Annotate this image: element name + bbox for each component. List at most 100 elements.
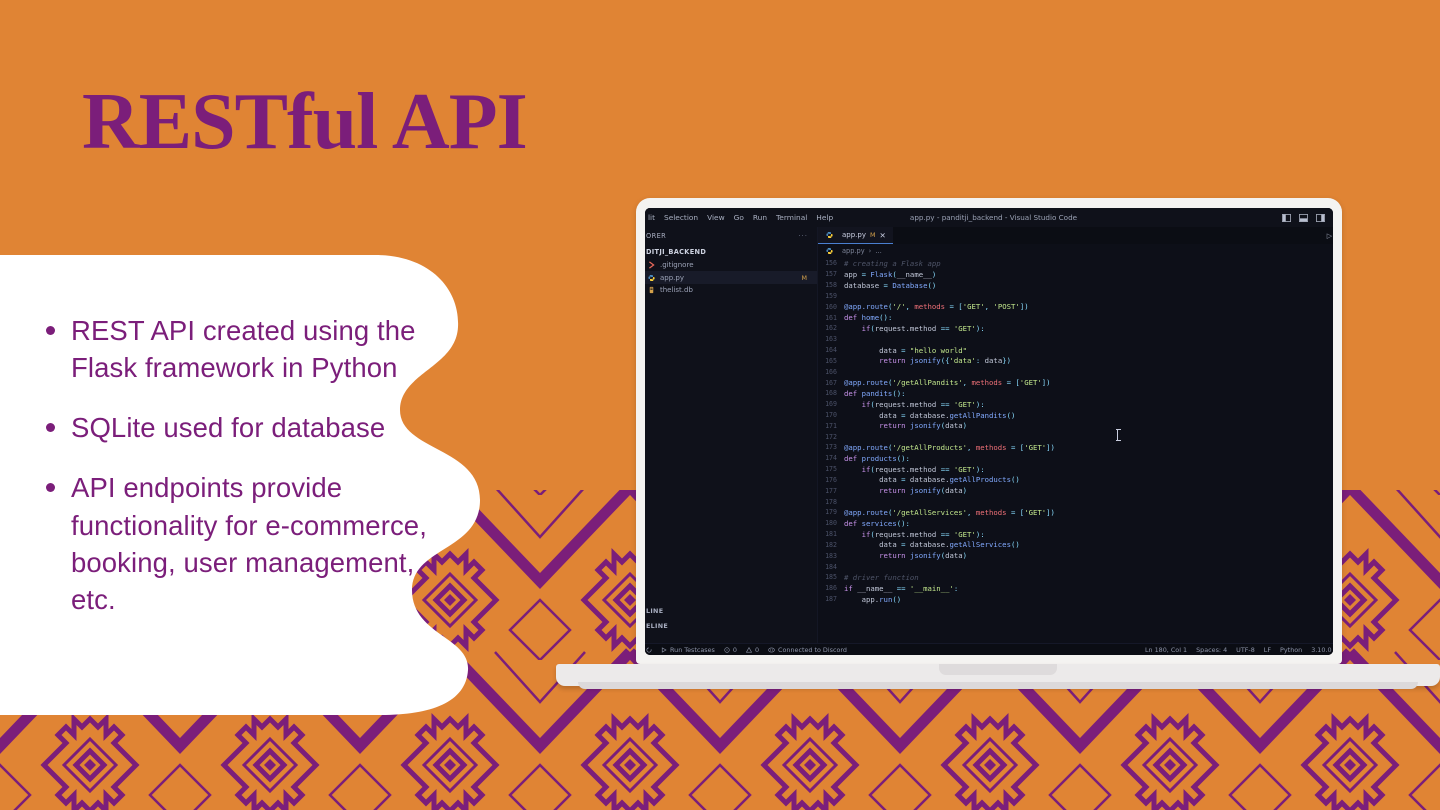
line-content: database = Database() [844, 280, 937, 290]
file-item-app-py[interactable]: app.py M [645, 271, 817, 284]
breadcrumb-file[interactable]: app.py [842, 247, 865, 255]
toggle-primary-sidebar-icon[interactable] [1282, 213, 1291, 222]
code-line: 182 data = database.getAllServices() [818, 540, 1333, 551]
file-item-gitignore[interactable]: .gitignore [645, 259, 817, 271]
menu-item-run[interactable]: Run [753, 213, 767, 222]
toggle-secondary-sidebar-icon[interactable] [1316, 213, 1325, 222]
code-line: 168 def pandits(): [818, 388, 1333, 399]
layout-controls[interactable] [1282, 213, 1333, 222]
line-content: app = Flask(__name__) [844, 269, 937, 279]
file-git-badge: M [801, 273, 807, 282]
code-line: 183 return jsonify(data) [818, 550, 1333, 561]
menu-item-terminal[interactable]: Terminal [776, 213, 807, 222]
status-error-count[interactable]: 0 [724, 646, 737, 654]
breadcrumb-rest[interactable]: … [875, 247, 882, 255]
line-number: 175 [825, 465, 837, 474]
code-line: 161 def home(): [818, 312, 1333, 323]
line-number: 167 [825, 378, 837, 387]
line-content: if(request.method == 'GET'): [861, 399, 985, 409]
line-number: 168 [825, 389, 837, 398]
page-title: RESTful API [82, 78, 528, 166]
line-content: def home(): [844, 313, 893, 323]
line-content: @app.route('/', methods = ['GET', 'POST'… [844, 302, 1029, 312]
workspace-folder-label[interactable]: DITJI_BACKEND [645, 245, 817, 259]
file-name: app.py [660, 273, 684, 282]
editor-actions[interactable]: ▷ ⌄ [1327, 227, 1333, 244]
status-sync-icon[interactable] [646, 647, 652, 653]
status-error-count-label: 0 [732, 646, 737, 654]
line-content: def pandits(): [844, 388, 906, 398]
status-cursor-position[interactable]: Ln 180, Col 1 [1145, 646, 1187, 654]
tab-modified-badge: M [870, 231, 876, 239]
line-number: 186 [825, 584, 837, 593]
line-content: return jsonify(data) [879, 486, 968, 496]
code-line: 169 if(request.method == 'GET'): [818, 399, 1333, 410]
status-discord[interactable]: Connected to Discord [768, 646, 847, 654]
line-number: 178 [825, 497, 837, 506]
status-encoding[interactable]: UTF-8 [1236, 646, 1255, 654]
code-line: 181 if(request.method == 'GET'): [818, 529, 1333, 540]
line-content: data = database.getAllServices() [844, 540, 1020, 550]
code-line: 158 database = Database() [818, 280, 1333, 291]
menu-item-view[interactable]: View [707, 213, 725, 222]
vscode-body: ORER ··· DITJI_BACKEND .gitignore app.py [645, 227, 1333, 643]
line-number: 181 [825, 530, 837, 539]
line-content: app.run() [844, 594, 902, 604]
laptop-base-lip [578, 682, 1418, 689]
run-python-file-icon[interactable]: ▷ [1327, 232, 1332, 240]
code-line: 156 # creating a Flask app [818, 258, 1333, 269]
status-warning-count[interactable]: 0 [745, 646, 759, 654]
code-editor[interactable]: 156 # creating a Flask app 157 app = Flask(… [818, 257, 1333, 643]
git-file-icon [649, 261, 655, 269]
breadcrumb[interactable]: app.py › … [818, 244, 1333, 257]
line-content: return jsonify({'data': data}) [879, 356, 1012, 366]
bullet-dot-icon [46, 483, 55, 493]
code-line: 179 @app.route('/getAllServices', methods… [818, 507, 1333, 518]
explorer-more-actions-icon[interactable]: ··· [798, 232, 808, 240]
status-run-testcases-label: Run Testcases [670, 646, 715, 654]
line-number: 177 [825, 486, 837, 495]
status-eol[interactable]: LF [1264, 646, 1271, 654]
line-number: 166 [825, 367, 837, 376]
code-line: 176 data = database.getAllProducts() [818, 475, 1333, 486]
tab-app-py[interactable]: app.py M ✕ [818, 227, 893, 244]
line-content: data = database.getAllPandits() [844, 410, 1016, 420]
code-line: 167 @app.route('/getAllPandits', methods … [818, 377, 1333, 388]
code-line: 170 data = database.getAllPandits() [818, 410, 1333, 421]
status-run-testcases[interactable]: Run Testcases [661, 646, 715, 654]
status-language-mode[interactable]: Python [1280, 646, 1302, 654]
laptop-screen: lit Selection View Go Run Terminal Help … [645, 208, 1333, 655]
line-content: @app.route('/getAllServices', methods = … [844, 507, 1055, 517]
menu-item-edit[interactable]: lit [648, 213, 655, 222]
code-line: 180 def services(): [818, 518, 1333, 529]
line-number: 156 [825, 259, 837, 268]
menu-bar[interactable]: lit Selection View Go Run Terminal Help [645, 213, 833, 222]
code-line: 159 [818, 290, 1333, 301]
vscode-titlebar: lit Selection View Go Run Terminal Help … [645, 208, 1333, 227]
line-number: 187 [825, 595, 837, 604]
line-number: 159 [825, 291, 837, 300]
line-number: 180 [825, 519, 837, 528]
menu-item-help[interactable]: Help [816, 213, 833, 222]
menu-item-go[interactable]: Go [734, 213, 744, 222]
toggle-panel-icon[interactable] [1299, 213, 1308, 222]
file-name: .gitignore [660, 261, 694, 270]
menu-item-selection[interactable]: Selection [664, 213, 698, 222]
text-cursor-icon [1116, 429, 1121, 441]
line-number: 162 [825, 324, 837, 333]
close-icon[interactable]: ✕ [880, 231, 886, 240]
line-content: if(request.method == 'GET'): [861, 464, 985, 474]
line-number: 164 [825, 346, 837, 355]
sidebar-section-timeline[interactable]: ELINE [645, 622, 817, 630]
code-line: 172 [818, 431, 1333, 442]
code-line: 164 data = "hello world" [818, 345, 1333, 356]
sidebar-section-outline[interactable]: LINE [645, 607, 817, 615]
editor-tabbar: app.py M ✕ ▷ ⌄ [818, 227, 1333, 244]
line-number: 163 [825, 335, 837, 344]
line-number: 160 [825, 302, 837, 311]
code-line: 184 [818, 561, 1333, 572]
status-indentation[interactable]: Spaces: 4 [1196, 646, 1227, 654]
status-python-interpreter[interactable]: 3.10.0 64- [1311, 646, 1333, 654]
file-item-thelist-db[interactable]: thelist.db [645, 284, 817, 296]
explorer-sidebar: ORER ··· DITJI_BACKEND .gitignore app.py [645, 227, 818, 643]
